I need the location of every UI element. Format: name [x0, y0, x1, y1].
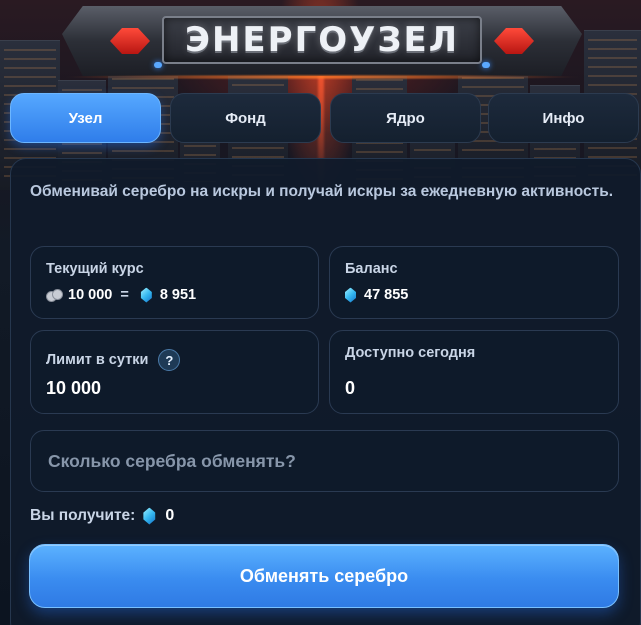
spark-crystal-icon [345, 287, 356, 303]
intro-text: Обменивай серебро на искры и получай иск… [30, 183, 614, 200]
tab-info[interactable]: Инфо [488, 93, 639, 143]
tab-node[interactable]: Узел [10, 93, 161, 143]
balance-label: Баланс [345, 261, 398, 277]
receive-value: 0 [165, 507, 175, 524]
limit-label: Лимит в сутки [46, 352, 149, 368]
balance-amount: 47 855 [364, 287, 409, 303]
available-value: 0 [345, 378, 356, 398]
rate-label: Текущий курс [46, 261, 144, 277]
help-icon[interactable]: ? [158, 349, 181, 371]
tab-fund[interactable]: Фонд [170, 93, 321, 143]
spark-crystal-icon [143, 507, 156, 525]
rate-equals: = [120, 287, 129, 303]
tab-bar: Узел Фонд Ядро Инфо [10, 93, 641, 143]
available-card: Доступно сегодня 0 [329, 330, 619, 414]
page-title: ЭНЕРГОУЗЕЛ [185, 20, 459, 60]
limit-value: 10 000 [46, 378, 102, 398]
receive-label: Вы получите: [30, 507, 136, 524]
rate-card: Текущий курс 10 000 = 8 951 [30, 246, 319, 319]
balance-value: 47 855 [345, 287, 408, 303]
header-banner: ЭНЕРГОУЗЕЛ [62, 6, 582, 80]
balance-card: Баланс 47 855 [329, 246, 619, 319]
available-label: Доступно сегодня [345, 345, 476, 361]
limit-label-row: Лимит в сутки ? [46, 349, 181, 371]
amount-input-box[interactable] [30, 430, 619, 492]
rate-value: 10 000 = 8 951 [46, 287, 196, 303]
amount-input[interactable] [48, 450, 618, 472]
rate-sparks: 8 951 [159, 287, 197, 303]
receive-row: Вы получите: 0 [30, 507, 174, 525]
exchange-button[interactable]: Обменять серебро [29, 544, 619, 608]
silver-coin-icon [46, 289, 63, 302]
limit-card: Лимит в сутки ? 10 000 [30, 330, 319, 414]
tab-core[interactable]: Ядро [330, 93, 481, 143]
spark-crystal-icon [140, 287, 152, 303]
rate-silver: 10 000 [68, 287, 113, 303]
